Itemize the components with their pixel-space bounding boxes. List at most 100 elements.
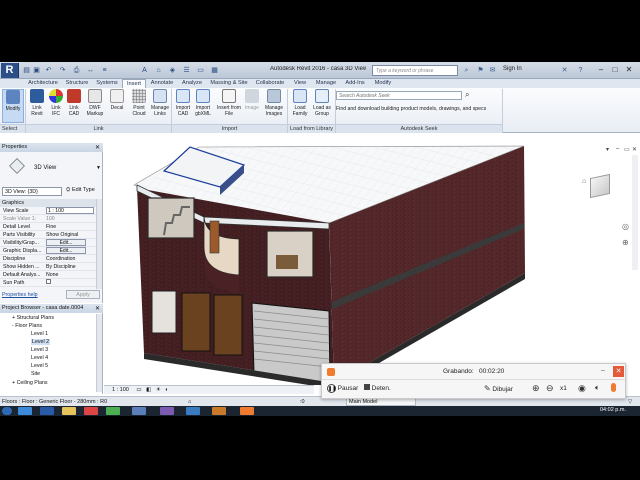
steering-wheel-icon[interactable]: ◎ (622, 222, 629, 231)
taskbar-app-explorer[interactable] (62, 407, 76, 415)
tree-item[interactable]: Level 2 (31, 339, 51, 345)
3d-viewport[interactable] (104, 143, 640, 385)
import-cad-button[interactable]: Import CAD (173, 89, 193, 123)
close-view-icon[interactable]: ✕ (632, 146, 637, 153)
maximize-button[interactable]: □ (608, 63, 622, 76)
pause-button[interactable]: ❚❚ Pausar (327, 384, 358, 393)
communication-icon[interactable]: ✉ (488, 66, 497, 75)
align-icon[interactable]: ≡ (100, 66, 109, 75)
help-icon[interactable]: ? (576, 66, 585, 75)
tab-modify[interactable]: Modify (370, 79, 396, 88)
tree-item[interactable]: + Structural Plans (12, 315, 54, 321)
tab-annotate[interactable]: Annotate (147, 79, 177, 88)
apply-button[interactable]: Apply (66, 290, 100, 299)
tree-item[interactable]: Level 1 (31, 331, 48, 337)
seek-search-input[interactable]: Search Autodesk Seek (336, 91, 462, 100)
expand-toggle[interactable]: + (12, 380, 15, 386)
property-row[interactable]: Discipline Coordination (0, 255, 96, 263)
open-icon[interactable]: ▤ (22, 66, 31, 75)
microphone-icon[interactable] (611, 383, 616, 392)
link-revit-button[interactable]: Link Revit (27, 89, 47, 123)
zoom-region-icon[interactable]: ⊕ (622, 238, 629, 247)
viewcube-menu-icon[interactable]: ▾ (606, 146, 609, 153)
view-scale[interactable]: 1 : 100 (112, 387, 129, 393)
tab-add-ins[interactable]: Add-Ins (341, 79, 369, 88)
stop-button[interactable]: Deten. (364, 384, 391, 392)
tree-item[interactable]: Level 5 (31, 363, 48, 369)
model-selector[interactable]: Main Model (346, 398, 416, 406)
graphic-display-edit-button[interactable]: Edit... (46, 247, 86, 254)
property-row[interactable]: Detail Level Fine (0, 223, 96, 231)
seek-binoculars-icon[interactable]: ⌕ (465, 90, 469, 100)
visual-style-icon[interactable]: ◧ (146, 387, 151, 393)
redo-icon[interactable]: ↷ (58, 66, 67, 75)
taskbar-app-chrome[interactable] (106, 407, 120, 415)
tab-structure[interactable]: Structure (62, 79, 92, 88)
graphics-section-header[interactable]: Graphics (0, 199, 96, 207)
taskbar-app-media[interactable] (84, 407, 98, 415)
revit-app-button[interactable]: R (1, 63, 19, 78)
manage-images-button[interactable]: Manage Images (262, 89, 286, 123)
taskbar-app-4[interactable] (186, 407, 200, 415)
recorder-menu-icon[interactable]: – (601, 367, 605, 374)
type-dropdown-icon[interactable]: ▼ (96, 165, 101, 171)
shadows-icon[interactable]: ◐ (165, 387, 168, 393)
draw-button[interactable]: ✎ Dibujar (484, 384, 513, 393)
tab-massing-site[interactable]: Massing & Site (207, 79, 251, 88)
viewport-scrollbar[interactable] (632, 155, 638, 270)
taskbar-app-5[interactable] (212, 407, 226, 415)
view-selector[interactable]: 3D View: {3D} (2, 187, 62, 196)
building-model[interactable] (104, 143, 640, 385)
speaker-icon[interactable]: 🔈︎ (595, 383, 600, 393)
sun-path-icon[interactable]: ☀ (156, 387, 161, 393)
property-row[interactable]: Show Hidden ... By Discipline (0, 263, 96, 271)
print-icon[interactable]: ⎙ (72, 66, 81, 75)
tab-view[interactable]: View (291, 79, 309, 88)
tab-systems[interactable]: Systems (93, 79, 121, 88)
manage-links-button[interactable]: Manage Links (150, 89, 170, 123)
tab-collaborate[interactable]: Collaborate (252, 79, 288, 88)
property-row[interactable]: Default Analys... None (0, 271, 96, 279)
properties-help-link[interactable]: Properties help (2, 292, 38, 298)
close-icon[interactable]: ✕ (95, 144, 100, 151)
insert-from-file-button[interactable]: Insert from File (215, 89, 243, 123)
detail-level-icon[interactable]: ▭ (136, 387, 141, 393)
save-icon[interactable]: ▣ (32, 66, 41, 75)
properties-scrollbar[interactable] (96, 199, 102, 289)
dwf-markup-button[interactable]: DWF Markup (84, 89, 106, 123)
subscription-icon[interactable]: ⚑ (476, 66, 485, 75)
tree-item[interactable]: Level 3 (31, 347, 48, 353)
visibility-edit-button[interactable]: Edit... (46, 239, 86, 246)
modify-button[interactable]: Modify (2, 89, 24, 123)
close-hidden-icon[interactable]: ▭ (196, 66, 205, 75)
collapse-toggle[interactable]: - (12, 323, 14, 329)
edit-type-button[interactable]: ⛭ Edit Type (66, 187, 95, 194)
measure-icon[interactable]: ↔ (86, 66, 95, 75)
expand-toggle[interactable]: + (12, 315, 15, 321)
minimize-view-icon[interactable]: – (616, 146, 619, 152)
view-cube[interactable] (586, 173, 614, 202)
tab-insert[interactable]: Insert (122, 79, 146, 88)
switch-windows-icon[interactable]: ▦ (210, 66, 219, 75)
taskbar-app-recorder[interactable] (240, 407, 254, 415)
link-cad-button[interactable]: Link CAD (65, 89, 83, 123)
start-button[interactable] (2, 407, 12, 415)
keyword-search-input[interactable]: Type a keyword or phrase (372, 65, 458, 76)
sun-path-checkbox[interactable] (46, 279, 94, 287)
zoom-in-icon[interactable]: ⊕ (532, 383, 540, 394)
tree-item[interactable]: Site (31, 371, 40, 377)
tab-architecture[interactable]: Architecture (24, 79, 62, 88)
thin-lines-icon[interactable]: ☰ (182, 66, 191, 75)
close-icon[interactable]: ✕ (95, 305, 100, 312)
home-icon[interactable]: ⌂ (582, 178, 586, 185)
tab-analyze[interactable]: Analyze (178, 79, 206, 88)
taskbar-app-3[interactable] (160, 407, 174, 415)
view-scale-field[interactable]: 1 : 100 (46, 207, 94, 214)
point-cloud-button[interactable]: Point Cloud (128, 89, 150, 123)
webcam-icon[interactable]: ◉ (578, 383, 586, 394)
zoom-out-icon[interactable]: ⊖ (546, 383, 554, 394)
load-family-button[interactable]: Load Family (289, 89, 311, 123)
link-ifc-button[interactable]: Link IFC (47, 89, 65, 123)
section-icon[interactable]: ◈ (168, 66, 177, 75)
tree-item[interactable]: + Ceiling Plans (12, 380, 48, 386)
